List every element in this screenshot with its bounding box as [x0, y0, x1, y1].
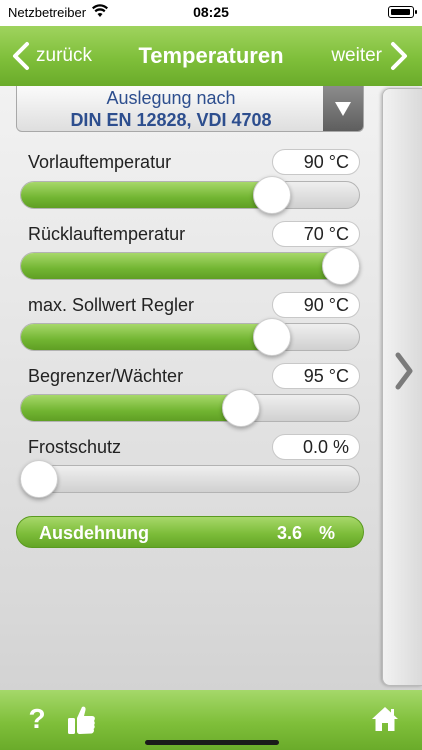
dropdown-arrow-icon [335, 102, 351, 116]
help-button[interactable]: ? [26, 704, 48, 734]
ausdehnung-result: Ausdehnung 3.6 % [16, 516, 364, 548]
slider-fill [21, 182, 273, 208]
content-panel: Auslegung nach DIN EN 12828, VDI 4708 Vo… [0, 86, 380, 686]
begrenzer-waechter-value[interactable]: 95 °C [272, 363, 360, 389]
home-icon[interactable] [370, 704, 400, 734]
thumbs-up-icon[interactable] [66, 704, 96, 736]
ausdehnung-value: 3.6 [277, 523, 303, 543]
begrenzer-waechter-label: Begrenzer/Wächter [28, 366, 184, 386]
slider-fill [21, 324, 273, 350]
ruecklauftemperatur-slider-thumb[interactable] [322, 247, 360, 285]
ruecklauftemperatur-slider[interactable] [20, 252, 360, 280]
slider-fill [21, 395, 243, 421]
max-sollwert-regler-slider[interactable] [20, 323, 360, 351]
bottom-toolbar: ? [0, 690, 422, 750]
vorlauftemperatur-value[interactable]: 90 °C [272, 149, 360, 175]
frostschutz-slider-thumb[interactable] [20, 460, 58, 498]
clock: 08:25 [193, 4, 229, 20]
next-chevron-icon [391, 42, 407, 70]
next-label: weiter [331, 45, 382, 66]
status-bar: Netzbetreiber 08:25 [0, 0, 422, 26]
vorlauftemperatur-label: Vorlauftemperatur [28, 152, 172, 172]
begrenzer-waechter-slider[interactable] [20, 394, 360, 422]
battery-icon [388, 6, 417, 18]
vorlauftemperatur-slider[interactable] [20, 181, 360, 209]
frostschutz-label: Frostschutz [28, 437, 122, 457]
slider-fill [21, 253, 342, 279]
dropdown-line2: DIN EN 12828, VDI 4708 [70, 110, 272, 130]
home-indicator [145, 740, 279, 745]
dropdown-line1: Auslegung nach [106, 88, 236, 108]
dropdown-arrow-button[interactable] [323, 86, 363, 131]
frostschutz-value[interactable]: 0.0 % [272, 434, 360, 460]
ausdehnung-label: Ausdehnung [39, 523, 149, 543]
ruecklauftemperatur-value[interactable]: 70 °C [272, 221, 360, 247]
side-panel-handle[interactable] [382, 88, 422, 686]
max-sollwert-regler-slider-thumb[interactable] [252, 318, 291, 356]
max-sollwert-regler-value[interactable]: 90 °C [272, 292, 360, 318]
ruecklauftemperatur-label: Rücklauftemperatur [28, 224, 186, 244]
navigation-bar: zurück Temperaturen weiter [0, 26, 422, 86]
side-chevron-icon [395, 352, 413, 390]
standard-dropdown[interactable]: Auslegung nach DIN EN 12828, VDI 4708 [16, 86, 364, 132]
vorlauftemperatur-slider-thumb[interactable] [252, 176, 291, 214]
next-button[interactable]: weiter [331, 40, 410, 72]
max-sollwert-regler-label: max. Sollwert Regler [28, 295, 195, 315]
frostschutz-slider[interactable] [20, 465, 360, 493]
ausdehnung-unit: % [319, 523, 336, 543]
